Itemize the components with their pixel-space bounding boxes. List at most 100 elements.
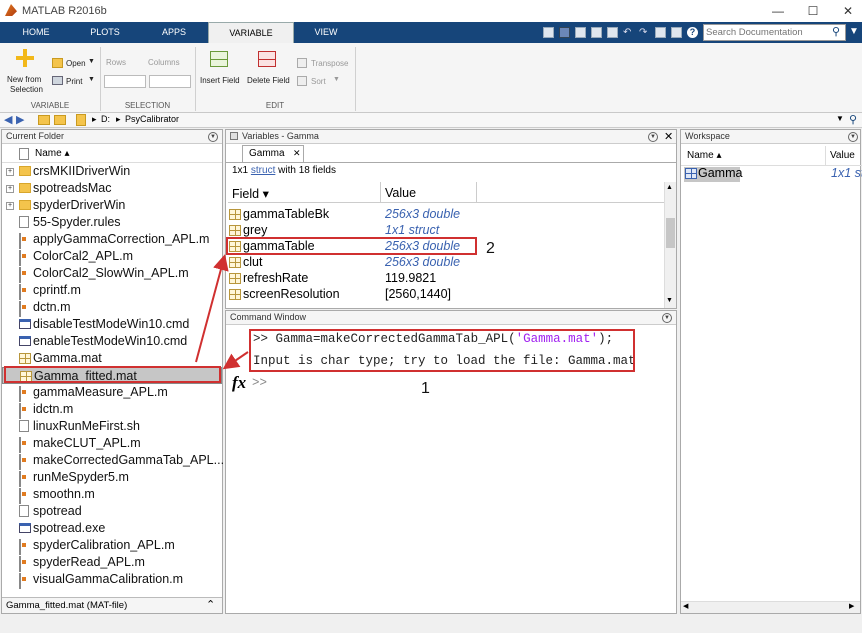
search-folder-icon[interactable]: ⚲ [849, 113, 857, 126]
browse-folder-icon[interactable] [54, 115, 66, 125]
insert-field-button[interactable]: Insert Field [200, 76, 240, 85]
scroll-up-icon[interactable]: ▲ [666, 184, 673, 191]
list-item[interactable]: + spyderDriverWin [2, 197, 222, 214]
expand-icon[interactable]: + [6, 168, 14, 176]
list-item[interactable]: dctn.m [2, 299, 222, 317]
list-item[interactable]: linuxRunMeFirst.sh [2, 418, 222, 435]
close-button[interactable]: ✕ [836, 3, 860, 19]
preferences-icon[interactable] [671, 27, 682, 38]
transpose-icon[interactable] [297, 58, 307, 68]
help-icon[interactable]: ? [687, 27, 698, 38]
delete-field-button[interactable]: Delete Field [247, 76, 290, 85]
scrollbar-thumb[interactable] [666, 218, 675, 248]
tab-view[interactable]: VIEW [298, 22, 354, 43]
undo-icon[interactable]: ↶ [623, 27, 634, 38]
workspace-value-header[interactable]: Value [830, 150, 855, 161]
cut-icon[interactable] [575, 27, 586, 38]
minimize-button[interactable]: — [766, 3, 790, 19]
paste-icon[interactable] [607, 27, 618, 38]
close-icon[interactable]: ✕ [293, 148, 301, 159]
table-row[interactable]: grey 1x1 struct [228, 222, 664, 238]
table-row[interactable]: screenResolution [2560,1440] [228, 286, 664, 302]
tab-apps[interactable]: APPS [144, 22, 204, 43]
transpose-button[interactable]: Transpose [311, 59, 349, 68]
forward-arrow-icon[interactable]: ▶ [16, 113, 24, 126]
print-icon[interactable] [52, 76, 63, 85]
struct-link[interactable]: struct [251, 165, 275, 176]
selection-label[interactable]: Selection [10, 85, 43, 94]
expand-icon[interactable]: + [6, 202, 14, 210]
value-column-header[interactable]: Value [385, 186, 416, 200]
columns-input[interactable] [149, 75, 191, 88]
scroll-right-icon[interactable]: ▶ [849, 602, 854, 610]
back-arrow-icon[interactable]: ◀ [4, 113, 12, 126]
switch-windows-icon[interactable] [655, 27, 666, 38]
expand-icon[interactable]: + [6, 185, 14, 193]
copy-icon[interactable] [591, 27, 602, 38]
open-icon[interactable] [52, 58, 63, 68]
function-browser-icon[interactable]: fx [232, 373, 246, 393]
list-item[interactable]: spotread.exe [2, 520, 222, 537]
list-item[interactable]: makeCLUT_APL.m [2, 435, 222, 453]
insert-field-icon[interactable] [210, 51, 228, 67]
up-folder-icon[interactable] [38, 115, 50, 125]
search-documentation-box[interactable]: ⚲ [703, 24, 846, 41]
list-item[interactable]: idctn.m [2, 401, 222, 419]
list-item[interactable]: ColorCal2_SlowWin_APL.m [2, 265, 222, 283]
new-from-label[interactable]: New from [7, 75, 41, 84]
list-item[interactable]: spyderRead_APL.m [2, 554, 222, 572]
name-column-header[interactable]: Name ▴ [35, 148, 69, 159]
path-folder[interactable]: PsyCalibrator [125, 114, 179, 124]
scroll-left-icon[interactable]: ◀ [683, 602, 688, 610]
print-button[interactable]: Print [66, 77, 82, 86]
close-icon[interactable]: ✕ [664, 130, 673, 143]
list-item[interactable]: applyGammaCorrection_APL.m [2, 231, 222, 249]
field-table-scrollbar[interactable]: ▲ ▼ [664, 182, 676, 308]
workspace-name-header[interactable]: Name ▴ [687, 150, 721, 161]
new-variable-icon[interactable] [16, 49, 34, 67]
panel-actions-icon[interactable]: ▼ [208, 132, 218, 142]
field-value[interactable]: 1x1 struct [385, 222, 439, 238]
search-input[interactable] [706, 26, 830, 39]
table-row[interactable]: clut 256x3 double [228, 254, 664, 270]
path-drive[interactable]: D: [101, 114, 110, 124]
command-input-prompt[interactable]: >> [252, 376, 267, 390]
sort-button[interactable]: Sort [311, 77, 326, 86]
maximize-button[interactable]: ☐ [801, 3, 825, 19]
path-dropdown-icon[interactable]: ▼ [836, 114, 844, 123]
rows-input[interactable] [104, 75, 146, 88]
list-item[interactable]: gammaMeasure_APL.m [2, 384, 222, 402]
filter-icon[interactable]: ▼ [849, 26, 859, 37]
panel-actions-icon[interactable]: ▼ [648, 132, 658, 142]
list-item[interactable]: Gamma.mat [2, 350, 222, 367]
table-row[interactable]: refreshRate 119.9821 [228, 270, 664, 286]
delete-field-icon[interactable] [258, 51, 276, 67]
list-item[interactable]: spyderCalibration_APL.m [2, 537, 222, 555]
list-item[interactable]: makeCorrectedGammaTab_APL.... [2, 452, 228, 470]
panel-actions-icon[interactable]: ▼ [848, 132, 858, 142]
list-item[interactable]: cprintf.m [2, 282, 222, 300]
search-icon[interactable]: ⚲ [832, 25, 840, 38]
list-item[interactable]: spotread [2, 503, 222, 520]
list-item[interactable]: ColorCal2_APL.m [2, 248, 222, 266]
scroll-down-icon[interactable]: ▼ [666, 297, 673, 304]
workspace-horizontal-scrollbar[interactable]: ◀ ▶ [681, 601, 860, 613]
tab-gamma[interactable]: Gamma ✕ [242, 145, 304, 162]
workspace-row[interactable]: Gamma 1x1 st [681, 166, 862, 182]
save-icon[interactable] [559, 27, 570, 38]
field-value[interactable]: 256x3 double [385, 206, 460, 222]
sort-dropdown-icon[interactable]: ▼ [333, 76, 340, 83]
list-item[interactable]: + crsMKIIDriverWin [2, 163, 222, 180]
redo-icon[interactable]: ↷ [639, 27, 650, 38]
new-icon[interactable] [543, 27, 554, 38]
tab-home[interactable]: HOME [6, 22, 66, 43]
field-value[interactable]: 256x3 double [385, 254, 460, 270]
sort-icon[interactable] [297, 76, 307, 86]
current-folder-column-header[interactable]: Name ▴ [2, 145, 222, 163]
list-item[interactable]: + spotreadsMac [2, 180, 222, 197]
print-dropdown-icon[interactable]: ▼ [88, 76, 95, 83]
list-item[interactable]: visualGammaCalibration.m [2, 571, 222, 589]
list-item[interactable]: smoothn.m [2, 486, 222, 504]
tab-plots[interactable]: PLOTS [72, 22, 138, 43]
field-column-header[interactable]: Field ▾ [232, 186, 269, 201]
